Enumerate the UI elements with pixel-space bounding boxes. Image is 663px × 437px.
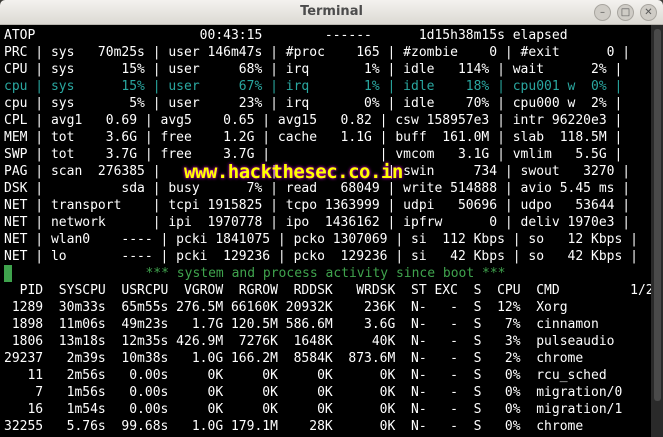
stat-row: CPL | avg1 0.69 | avg5 0.65 | avg15 0.82…: [4, 113, 623, 128]
scrollbar-thumb[interactable]: [654, 29, 661, 401]
window-title: Terminal: [300, 4, 363, 19]
terminal-content[interactable]: ATOP 00:43:15 ------ 1d15h38m15s elapsed…: [0, 25, 661, 437]
title-bar[interactable]: Terminal – □ ✕: [0, 0, 663, 25]
watermark: www.hackthesec.co.in: [184, 161, 403, 183]
process-row[interactable]: 1806 13m18s 12m35s 426.9M 7276K 1648K 40…: [4, 333, 615, 350]
process-row[interactable]: 29237 2m39s 10m38s 1.0G 166.2M 8584K 873…: [4, 350, 583, 367]
process-row[interactable]: 1289 30m33s 65m55s 276.5M 66160K 20932K …: [4, 299, 568, 316]
stat-row-highlight: cpu | sys 15% | user 67% | irq 1% | idle…: [4, 79, 623, 94]
maximize-icon[interactable]: □: [617, 4, 634, 21]
stat-row: NET | lo ---- | pcki 129236 | pcko 12923…: [4, 249, 638, 264]
stat-row: CPU | sys 15% | user 68% | irq 1% | idle…: [4, 62, 623, 77]
stat-row: cpu | sys 5% | user 23% | irq 0% | idle …: [4, 96, 623, 111]
stat-row: NET | transport | tcpi 1915825 | tcpo 13…: [4, 198, 631, 213]
terminal-window: Terminal – □ ✕ ATOP 00:43:15 ------ 1d15…: [0, 0, 663, 437]
process-row[interactable]: 1898 11m06s 49m23s 1.7G 120.5M 586.6M 3.…: [4, 316, 599, 333]
stat-row: PRC | sys 70m25s | user 146m47s | #proc …: [4, 45, 631, 60]
close-icon[interactable]: ✕: [640, 4, 657, 21]
atop-header: ATOP 00:43:15 ------ 1d15h38m15s elapsed: [4, 28, 568, 43]
process-row[interactable]: 16 1m54s 0.00s 0K 0K 0K 0K N- - S 0% mig…: [4, 401, 622, 418]
process-row[interactable]: 7 1m56s 0.00s 0K 0K 0K 0K N- - S 0% migr…: [4, 384, 622, 401]
system-activity-label: *** system and process activity since bo…: [145, 266, 506, 281]
minimize-icon[interactable]: –: [594, 4, 611, 21]
process-row[interactable]: 11 2m56s 0.00s 0K 0K 0K 0K N- - S 0% rcu…: [4, 367, 606, 384]
stat-row: NET | wlan0 ---- | pcki 1841075 | pcko 1…: [4, 232, 638, 247]
stat-row: NET | network | ipi 1970778 | ipo 143616…: [4, 215, 631, 230]
process-table-header: PID SYSCPU USRCPU VGROW RGROW RDDSK WRDS…: [4, 283, 662, 298]
process-row[interactable]: 32255 5.76s 99.68s 1.0G 179.1M 28K 0K N-…: [4, 418, 583, 435]
stat-row: MEM | tot 3.6G | free 1.2G | cache 1.1G …: [4, 130, 623, 145]
